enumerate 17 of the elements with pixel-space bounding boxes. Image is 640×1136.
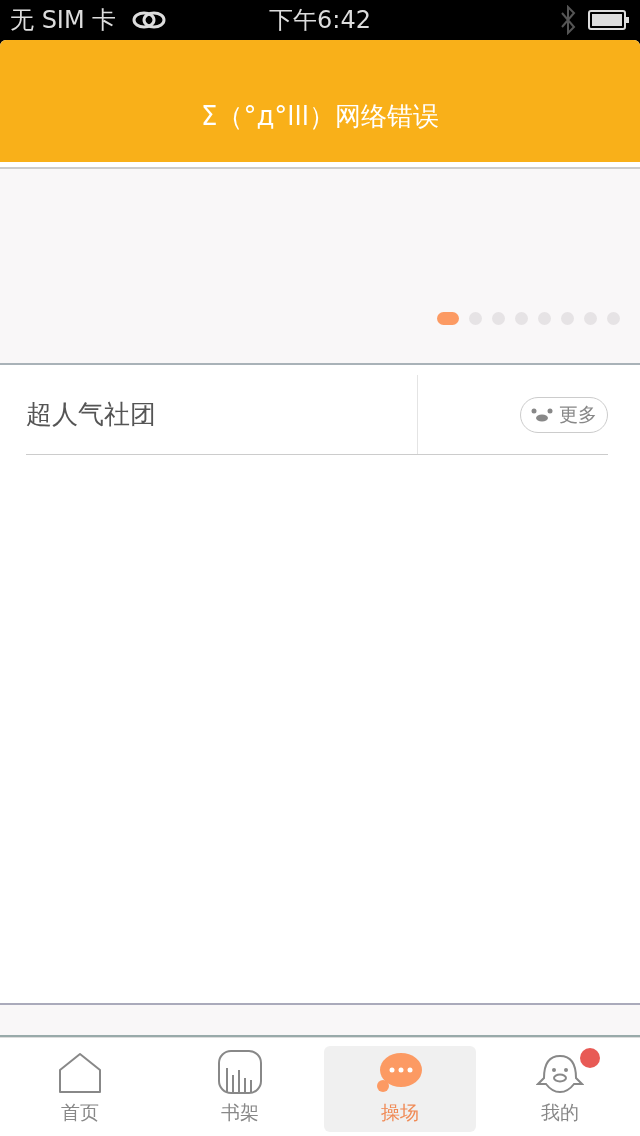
face-icon xyxy=(531,407,553,422)
carrier-label: 无 SIM 卡 xyxy=(10,5,117,36)
tab-item[interactable]: 我的 xyxy=(484,1046,636,1132)
house-icon xyxy=(58,1052,102,1094)
tab-item[interactable]: 书架 xyxy=(164,1046,316,1132)
more-button[interactable]: 更多 xyxy=(520,396,608,433)
bars-icon xyxy=(218,1050,262,1094)
error-message: Σ（°д°lll）网络错误 xyxy=(200,100,440,133)
clock-time: 下午6:42 xyxy=(269,5,371,36)
section-title: 超人气社团 xyxy=(26,398,157,431)
tab-item[interactable]: 操场 xyxy=(324,1046,476,1132)
link-icon xyxy=(132,10,167,30)
tab-item[interactable]: 首页 xyxy=(4,1046,156,1132)
battery-icon xyxy=(588,10,630,30)
chick-face-icon xyxy=(536,1054,584,1094)
chat-bubble-icon xyxy=(377,1052,423,1094)
bluetooth-icon xyxy=(560,5,576,35)
